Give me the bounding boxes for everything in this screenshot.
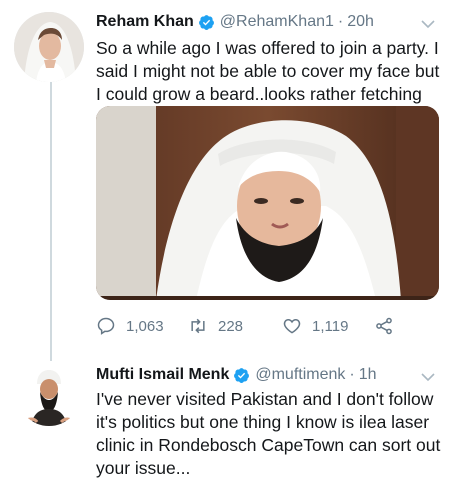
- author-handle[interactable]: @RehamKhan1: [220, 12, 334, 32]
- retweet-count: 228: [218, 317, 244, 335]
- author-name[interactable]: Mufti Ismail Menk: [96, 365, 229, 385]
- reply-icon: [97, 317, 115, 335]
- separator-dot: ·: [337, 13, 344, 30]
- tweet-actions: 1,063 228 1,119: [96, 315, 406, 337]
- verified-badge-icon: [234, 367, 250, 383]
- share-button[interactable]: [374, 315, 404, 337]
- tweet-text: I've never visited Pakistan and I don't …: [96, 389, 441, 478]
- heart-icon: [283, 318, 301, 334]
- tweet-image[interactable]: [96, 106, 439, 300]
- retweet-icon: [191, 318, 205, 334]
- reply-button[interactable]: 1,063: [96, 315, 164, 337]
- like-count: 1,119: [312, 317, 349, 335]
- tweet-mufti-menk[interactable]: Mufti Ismail Menk @muftimenk · 1h I've n…: [0, 352, 450, 479]
- tweet-reham-khan[interactable]: Reham Khan @RehamKhan1 · 20h So a while …: [0, 0, 450, 350]
- avatar[interactable]: [14, 12, 84, 82]
- timestamp[interactable]: 1h: [359, 365, 377, 385]
- separator-dot: ·: [349, 366, 355, 383]
- author-handle[interactable]: @muftimenk: [255, 365, 345, 385]
- author-name[interactable]: Reham Khan: [96, 12, 194, 32]
- chevron-down-icon[interactable]: [420, 369, 436, 385]
- share-icon: [376, 317, 392, 335]
- timestamp[interactable]: 20h: [347, 12, 374, 32]
- reply-count: 1,063: [126, 317, 164, 335]
- avatar[interactable]: [17, 362, 81, 426]
- like-button[interactable]: 1,119: [282, 315, 348, 337]
- chevron-down-icon[interactable]: [420, 16, 436, 32]
- verified-badge-icon: [198, 14, 214, 30]
- retweet-button[interactable]: 228: [188, 315, 243, 337]
